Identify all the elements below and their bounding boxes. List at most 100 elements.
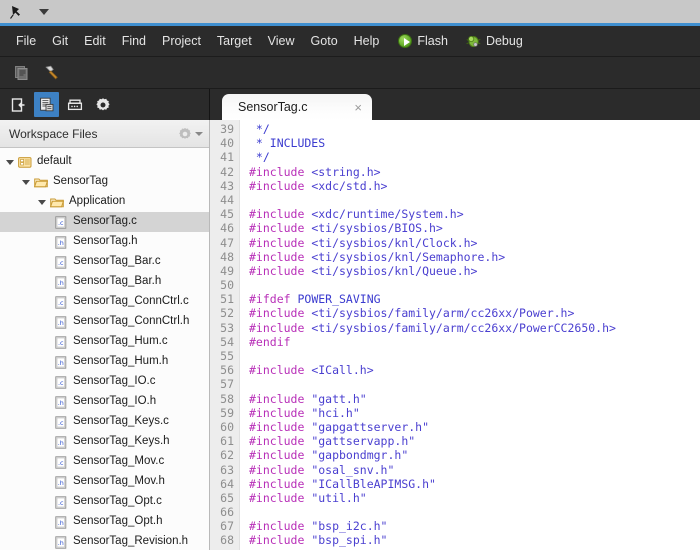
menu-view[interactable]: View [260, 30, 303, 52]
code-line[interactable]: #include <ti/sysbios/family/arm/cc26xx/P… [249, 306, 700, 320]
chevron-down-icon[interactable] [22, 179, 30, 185]
tree-item-label: SensorTag_ConnCtrl.h [73, 315, 190, 328]
menu-help[interactable]: Help [346, 30, 388, 52]
code-line[interactable]: #ifdef POWER_SAVING [249, 292, 700, 306]
svg-text:.h: .h [58, 439, 64, 447]
line-number: 49 [220, 263, 234, 278]
tree-item[interactable]: Application [0, 192, 209, 212]
titlebar-dropdown-icon[interactable] [39, 8, 49, 15]
code-line[interactable]: #include "bsp_i2c.h" [249, 519, 700, 533]
build-output-icon[interactable] [62, 92, 87, 117]
tree-item-label: SensorTag.c [73, 215, 137, 228]
tree-item[interactable]: .c SensorTag_Keys.c [0, 412, 209, 432]
chevron-down-icon[interactable] [6, 159, 14, 165]
tree-item-label: SensorTag_Hum.c [73, 335, 168, 348]
code-line[interactable]: #include "ICallBleAPIMSG.h" [249, 477, 700, 491]
flash-button[interactable]: Flash [391, 31, 455, 51]
line-number: 50 [220, 278, 234, 293]
code-line[interactable]: #include "gatt.h" [249, 392, 700, 406]
code-token: "gatt.h" [311, 391, 367, 406]
tree-item[interactable]: .c SensorTag.c [0, 212, 209, 232]
tree-item[interactable]: .h SensorTag_Bar.h [0, 272, 209, 292]
code-line[interactable] [249, 349, 700, 363]
code-editor[interactable]: 39 40 41 42 43 44 45 46 47 48 49 50 51 52 53 54 55 56 57 58… [210, 120, 700, 550]
chevron-down-icon[interactable] [195, 131, 203, 136]
tree-item[interactable]: SensorTag [0, 172, 209, 192]
settings-gear-icon[interactable] [90, 92, 115, 117]
tree-item-label: SensorTag.h [73, 235, 138, 248]
tree-item[interactable]: .c SensorTag_ConnCtrl.c [0, 292, 209, 312]
tree-item[interactable]: .h SensorTag_Mov.h [0, 472, 209, 492]
line-number: 44 [220, 192, 234, 207]
tree-item[interactable]: .c SensorTag_Opt.c [0, 492, 209, 512]
tree-item[interactable]: .h SensorTag_Keys.h [0, 432, 209, 452]
tree-item[interactable]: .c SensorTag_Bar.c [0, 252, 209, 272]
chevron-down-icon[interactable] [38, 199, 46, 205]
code-line[interactable]: #include "hci.h" [249, 406, 700, 420]
menu-edit[interactable]: Edit [76, 30, 114, 52]
code-line[interactable]: */ [249, 122, 700, 136]
code-line[interactable]: #include "gapbondmgr.h" [249, 448, 700, 462]
code-line[interactable]: #include <ti/sysbios/BIOS.h> [249, 221, 700, 235]
debug-button[interactable]: Debug [459, 31, 530, 51]
tree-item[interactable]: .h SensorTag_IO.h [0, 392, 209, 412]
code-token: */ [249, 150, 270, 165]
code-line[interactable]: #include <xdc/std.h> [249, 179, 700, 193]
menu-project[interactable]: Project [154, 30, 209, 52]
tree-item[interactable]: .c SensorTag_IO.c [0, 372, 209, 392]
code-line[interactable]: #endif [249, 335, 700, 349]
code-line[interactable] [249, 278, 700, 292]
code-line[interactable]: #include "bsp_spi.h" [249, 533, 700, 547]
build-hammer-icon[interactable] [40, 61, 64, 85]
menu-target[interactable]: Target [209, 30, 260, 52]
tree-item[interactable]: .h SensorTag_Hum.h [0, 352, 209, 372]
code-line[interactable] [249, 377, 700, 391]
tree-item[interactable]: .h SensorTag.h [0, 232, 209, 252]
tab-sensortag-c[interactable]: SensorTag.c × [222, 94, 372, 120]
code-line[interactable]: #include "util.h" [249, 491, 700, 505]
code-line[interactable]: * INCLUDES [249, 136, 700, 150]
c-file-icon: .c [54, 215, 68, 229]
code-line[interactable]: #include <ti/sysbios/family/arm/cc26xx/P… [249, 321, 700, 335]
tree-item[interactable]: .h SensorTag_Revision.h [0, 532, 209, 550]
code-token: #include [249, 462, 312, 477]
menu-goto[interactable]: Goto [303, 30, 346, 52]
code-token: <ti/sysbios/BIOS.h> [311, 221, 443, 236]
code-line[interactable]: #include <string.h> [249, 165, 700, 179]
code-line[interactable]: #include <ti/sysbios/knl/Clock.h> [249, 236, 700, 250]
copy-files-icon[interactable] [10, 61, 34, 85]
menu-find[interactable]: Find [114, 30, 154, 52]
code-line[interactable]: #include <xdc/runtime/System.h> [249, 207, 700, 221]
toggle-sidebar-icon[interactable] [6, 92, 31, 117]
code-content[interactable]: */ * INCLUDES */#include <string.h> #incl… [240, 120, 700, 550]
tree-item[interactable]: .c SensorTag_Mov.c [0, 452, 209, 472]
code-line[interactable]: */ [249, 150, 700, 164]
code-line[interactable]: #include "osal_snv.h" [249, 463, 700, 477]
pin-icon[interactable] [8, 3, 26, 21]
code-line[interactable] [249, 193, 700, 207]
code-line[interactable]: #include <ti/sysbios/knl/Queue.h> [249, 264, 700, 278]
workspace-icon [18, 156, 32, 169]
menu-git[interactable]: Git [44, 30, 76, 52]
tree-item[interactable]: .c SensorTag_Hum.c [0, 332, 209, 352]
tree-item[interactable]: .h SensorTag_ConnCtrl.h [0, 312, 209, 332]
tree-item[interactable]: .h SensorTag_Opt.h [0, 512, 209, 532]
gear-icon[interactable] [177, 126, 193, 142]
code-token: #ifdef [249, 292, 298, 307]
code-token: "util.h" [311, 490, 367, 505]
code-line[interactable]: #include <ICall.h> [249, 363, 700, 377]
code-line[interactable]: #include "gattservapp.h" [249, 434, 700, 448]
close-icon[interactable]: × [354, 101, 362, 114]
debug-button-label: Debug [485, 34, 523, 48]
code-token: "bsp_spi.h" [311, 533, 388, 548]
tree-item[interactable]: default [0, 152, 209, 172]
workspace-files-icon[interactable] [34, 92, 59, 117]
tree-item-label: SensorTag_IO.h [73, 395, 157, 408]
code-token: "hci.h" [311, 405, 360, 420]
code-line[interactable] [249, 505, 700, 519]
code-line[interactable]: #include <ti/sysbios/knl/Semaphore.h> [249, 250, 700, 264]
code-token: #endif [249, 334, 291, 349]
line-number: 57 [220, 377, 234, 392]
menu-file[interactable]: File [8, 30, 44, 52]
code-line[interactable]: #include "gapgattserver.h" [249, 420, 700, 434]
